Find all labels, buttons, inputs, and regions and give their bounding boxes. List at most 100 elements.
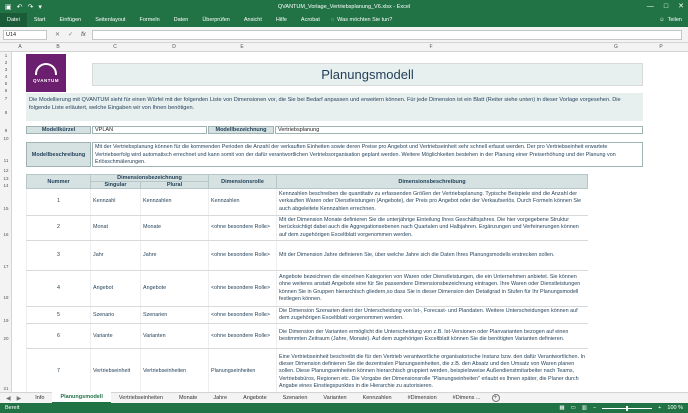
zoom-slider[interactable] <box>602 405 653 411</box>
cell-rolle[interactable]: <ohne besondere Rolle> <box>208 323 277 350</box>
sheet-tab-info[interactable]: Info <box>27 393 52 403</box>
formula-input[interactable] <box>91 29 682 40</box>
cell-nummer[interactable]: 6 <box>26 323 91 350</box>
cell-plural[interactable]: Angebote <box>139 270 209 307</box>
column-header-e[interactable]: E <box>208 43 276 52</box>
tab-datei[interactable]: Datei <box>0 13 27 27</box>
cell-beschreibung[interactable]: Die Dimension Szenarien dient der Unters… <box>276 306 588 325</box>
name-box[interactable]: U14 <box>3 29 47 40</box>
zoom-out-button[interactable]: − <box>593 405 596 411</box>
row-header[interactable]: 11 <box>0 158 12 163</box>
modellbezeichnung-field[interactable]: Vertriebsplanung <box>275 126 643 134</box>
cell-rolle[interactable]: Planungseinheiten <box>208 348 277 392</box>
restore-button[interactable]: □ <box>664 0 668 13</box>
cell-nummer[interactable]: 2 <box>26 215 91 241</box>
header-singular[interactable]: Singular <box>90 181 141 189</box>
insert-function-button[interactable]: fx <box>81 32 86 38</box>
column-header-d[interactable]: D <box>140 43 208 52</box>
page-layout-icon[interactable]: ▭ <box>571 405 576 411</box>
cell-rolle[interactable]: <ohne besondere Rolle> <box>208 215 277 241</box>
cell-singular[interactable]: Szenario <box>90 306 141 325</box>
tab-einfuegen[interactable]: Einfügen <box>52 13 88 27</box>
redo-icon[interactable]: ↷ <box>28 3 34 11</box>
cell-nummer[interactable]: 3 <box>26 240 91 271</box>
tab-acrobat[interactable]: Acrobat <box>294 13 327 27</box>
row-header[interactable]: 15 <box>0 206 12 211</box>
normal-view-icon[interactable]: ▦ <box>559 405 564 411</box>
cell-beschreibung[interactable]: Kennzahlen beschreiben die quantitativ z… <box>276 188 588 216</box>
cell-plural[interactable]: Monate <box>139 215 209 241</box>
page-break-icon[interactable]: ▥ <box>582 405 587 411</box>
row-header[interactable]: 9 <box>0 128 12 133</box>
tab-formeln[interactable]: Formeln <box>132 13 166 27</box>
undo-icon[interactable]: ↶ <box>17 3 23 11</box>
row-header[interactable]: 12 <box>0 168 12 173</box>
row-header[interactable]: 8 <box>0 110 12 115</box>
row-header[interactable]: 5 <box>0 81 12 86</box>
header-nummer[interactable]: Nummer <box>26 174 91 189</box>
enter-formula-button[interactable]: ✓ <box>68 31 73 38</box>
cell-nummer[interactable]: 7 <box>26 348 91 392</box>
tab-hilfe[interactable]: Hilfe <box>269 13 294 27</box>
modellkuerzel-label[interactable]: Modellkürzel <box>26 126 91 134</box>
customize-toolbar-icon[interactable]: ▾ <box>38 3 42 11</box>
column-header-p[interactable]: P <box>646 43 676 52</box>
row-header[interactable]: 10 <box>0 136 12 141</box>
scroll-left-icon[interactable]: ◀ <box>6 395 11 402</box>
close-button[interactable]: ✕ <box>678 0 684 13</box>
modellbeschreibung-field[interactable]: Mit der Vertriebsplanung können für die … <box>92 142 643 167</box>
sheet-tab-monate[interactable]: Monate <box>171 393 205 403</box>
tab-ansicht[interactable]: Ansicht <box>237 13 269 27</box>
zoom-knob[interactable] <box>626 405 629 411</box>
tab-start[interactable]: Start <box>27 13 53 27</box>
zoom-level[interactable]: 100 % <box>667 405 683 411</box>
sheet-tab-jahre[interactable]: Jahre <box>205 393 235 403</box>
sheet-tab-angebote[interactable]: Angebote <box>235 393 275 403</box>
column-header-a[interactable]: A <box>14 43 26 52</box>
cell-singular[interactable]: Vertriebseinheit <box>90 348 141 392</box>
row-header[interactable]: 16 <box>0 232 12 237</box>
minimize-button[interactable]: — <box>647 0 654 13</box>
worksheet[interactable]: QVANTUM Planungsmodell Die Modellierung … <box>12 52 688 392</box>
header-dimensionsbezeichnung[interactable]: Dimensionsbezeichnung <box>89 174 210 182</box>
tell-me-search[interactable]: ◌ Was möchten Sie tun? <box>331 17 392 23</box>
modellbeschreibung-label[interactable]: Modellbeschreibung <box>26 142 91 167</box>
zoom-in-button[interactable]: + <box>658 405 661 411</box>
add-sheet-button[interactable]: + <box>491 394 500 402</box>
cell-beschreibung[interactable]: Eine Vertriebseinheit beschreibt die für… <box>276 348 588 392</box>
save-icon[interactable]: ▣ <box>5 3 12 11</box>
cell-plural[interactable]: Varianten <box>139 323 209 350</box>
cell-beschreibung[interactable]: Angebote bezeichnen die einzelnen Katego… <box>276 270 588 307</box>
column-header-c[interactable]: C <box>90 43 140 52</box>
scroll-right-icon[interactable]: ▶ <box>17 395 22 402</box>
tab-daten[interactable]: Daten <box>167 13 196 27</box>
cell-plural[interactable]: Szenarien <box>139 306 209 325</box>
row-header[interactable]: 1 <box>0 53 12 58</box>
modellbezeichnung-label[interactable]: Modellbezeichnung <box>208 126 274 134</box>
row-header[interactable]: 6 <box>0 88 12 93</box>
column-header-b[interactable]: B <box>26 43 90 52</box>
row-header[interactable]: 7 <box>0 96 12 101</box>
tab-seitenlayout[interactable]: Seitenlayout <box>88 13 132 27</box>
intro-text[interactable]: Die Modellierung mit QVANTUM sieht für e… <box>26 93 643 121</box>
cell-singular[interactable]: Jahr <box>90 240 141 271</box>
header-plural[interactable]: Plural <box>139 181 210 189</box>
cell-plural[interactable]: Vertriebseinheiten <box>139 348 209 392</box>
cell-rolle[interactable]: Kennzahlen <box>208 188 277 216</box>
row-header[interactable]: 21 <box>0 386 12 391</box>
row-header[interactable]: 18 <box>0 295 12 300</box>
sheet-tab-dimens-more[interactable]: #Dimens ... <box>445 393 489 403</box>
cell-singular[interactable]: Variante <box>90 323 141 350</box>
row-header[interactable]: 13 <box>0 176 12 181</box>
sheet-tab-kennzahlen[interactable]: Kennzahlen <box>355 393 400 403</box>
row-header[interactable]: 14 <box>0 183 12 188</box>
cell-plural[interactable]: Kennzahlen <box>139 188 209 216</box>
cell-beschreibung[interactable]: Mit der Dimension Jahre definieren Sie, … <box>276 240 588 271</box>
header-dimensionsbeschreibung[interactable]: Dimensionsbeschreibung <box>276 174 589 189</box>
cancel-formula-button[interactable]: ✕ <box>55 31 60 38</box>
sheet-tab-dimension[interactable]: #Dimension <box>400 393 445 403</box>
row-header[interactable]: 2 <box>0 60 12 65</box>
cell-singular[interactable]: Monat <box>90 215 141 241</box>
cell-singular[interactable]: Angebot <box>90 270 141 307</box>
cell-rolle[interactable]: <ohne besondere Rolle> <box>208 270 277 307</box>
